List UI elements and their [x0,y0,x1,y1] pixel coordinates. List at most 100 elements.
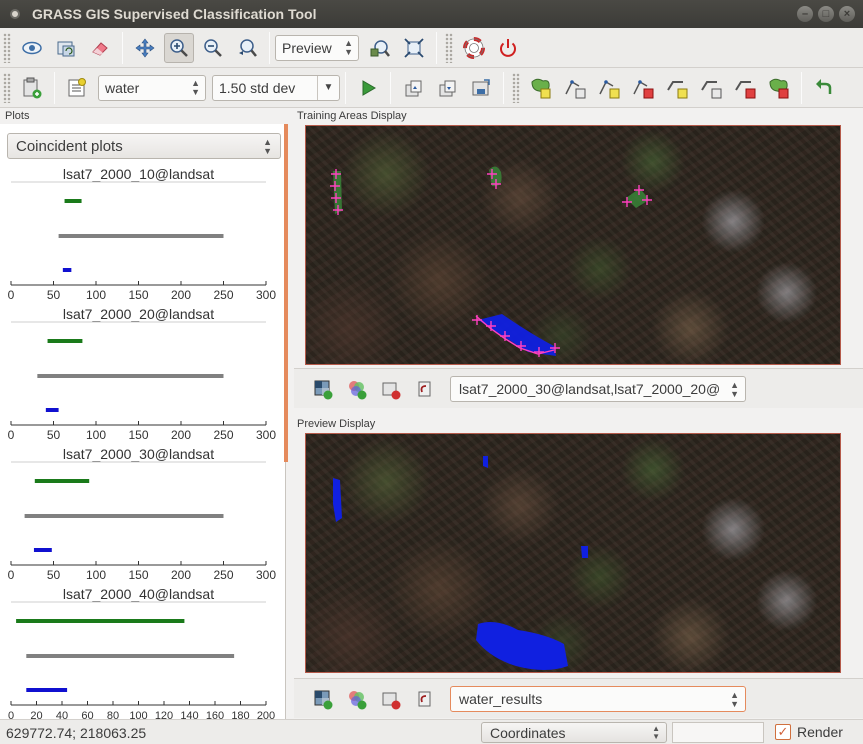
plot-tick-label: 150 [128,428,148,442]
water-class-region [581,546,588,558]
statusbar-field [672,722,764,743]
save-signatures-button[interactable] [466,73,496,103]
import-areas-button[interactable] [398,73,428,103]
water-class-region [483,456,488,468]
training-map-canvas[interactable] [305,125,841,365]
toolbar-grip[interactable] [3,32,11,63]
plot-title: lsat7_2000_10@landsat [63,166,214,182]
rgb-add-icon [349,690,367,709]
zoom-out-button[interactable] [198,33,228,63]
statusbar-mode-select[interactable]: Coordinates ▲ ▼ [481,722,667,743]
training-area-polygon[interactable] [330,169,343,215]
eye-icon [22,41,42,54]
training-areas-overlay [330,166,652,357]
refresh-map-icon [57,41,75,56]
minimize-button[interactable]: – [797,6,813,22]
remove-layer-button[interactable] [376,684,406,714]
maximize-button[interactable]: □ [818,6,834,22]
reload-layer-button[interactable] [410,374,440,404]
render-checkbox[interactable]: ✓ Render [775,724,843,740]
plot-bar-map [26,654,235,658]
run-analysis-button[interactable] [353,73,383,103]
delete-line-button[interactable] [730,73,760,103]
add-line-button[interactable] [560,73,590,103]
training-layer-select[interactable]: lsat7_2000_30@landsat,lsat7_2000_20@ ▲ ▼ [450,375,746,402]
spin-arrows-icon: ▲ ▼ [730,689,739,709]
toolbar-separator [269,31,270,64]
plot-bar-map [24,514,224,518]
toolbar-separator [801,71,802,104]
class-select[interactable]: water ▲ ▼ [98,74,206,101]
add-area-button[interactable] [526,73,556,103]
water-class-region [476,622,568,670]
line-move-icon [701,80,722,98]
export-areas-button[interactable] [432,73,462,103]
training-area-polygon[interactable] [622,185,652,208]
plot-tick-label: 50 [47,428,61,442]
panel-sash[interactable] [284,124,288,462]
plot-type-select[interactable]: Coincident plots ▲ ▼ [7,133,281,159]
plot-tick-label: 300 [256,568,276,582]
zoom-to-region-button[interactable] [365,33,395,63]
undo-button[interactable] [809,73,839,103]
stddev-select[interactable]: 1.50 std dev ▼ [212,74,340,101]
area-delete-icon [769,78,789,98]
plot-tick-label: 150 [128,288,148,302]
plot-tick-label: 200 [171,568,191,582]
plot-bar-highlight [33,548,52,552]
plot-tick-label: 100 [86,288,106,302]
preview-layer-select[interactable]: water_results ▲ ▼ [450,685,746,712]
add-class-button[interactable] [17,73,47,103]
training-area-polygon[interactable] [487,166,502,189]
plot-type-value: Coincident plots [16,137,123,155]
pan-button[interactable] [130,33,160,63]
plot-tick-label: 100 [86,428,106,442]
zoom-in-button[interactable] [164,32,194,63]
add-rgb-button[interactable] [342,374,372,404]
map-toolbar: Preview ▲ ▼ [0,28,863,68]
signature-manager-button[interactable] [62,73,92,103]
add-rgb-button[interactable] [342,684,372,714]
app-menu-icon[interactable] [10,9,20,19]
plot-tick-label: 20 [30,710,42,719]
zoom-to-extent-button[interactable] [399,33,429,63]
preview-map-canvas[interactable] [305,433,841,673]
plot-tick-label: 200 [257,710,275,719]
layer-remove-icon [382,692,401,709]
zoom-target-select[interactable]: Preview ▲ ▼ [275,34,359,61]
delete-area-button[interactable] [764,73,794,103]
edit-line-button[interactable] [662,73,692,103]
add-raster-button[interactable] [308,684,338,714]
help-button[interactable] [459,33,489,63]
training-area-polygon[interactable] [472,314,560,357]
close-button[interactable]: × [839,6,855,22]
toolbar-grip[interactable] [445,32,453,63]
quit-button[interactable] [493,33,523,63]
plots-chart-area: lsat7_2000_10@landsat0 50 100 150 200 250 300l… [8,166,277,719]
raster-add-icon [314,380,333,399]
toolbar-separator [390,71,391,104]
render-map-button[interactable] [51,33,81,63]
zoom-back-button[interactable] [232,33,262,63]
plot-tick-label: 250 [213,288,233,302]
import-vector-icon [405,80,422,96]
move-line-button[interactable] [696,73,726,103]
add-raster-button[interactable] [308,374,338,404]
eraser-icon [92,41,108,56]
delete-vertex-button[interactable] [628,73,658,103]
toolbar-grip[interactable] [512,72,520,103]
status-bar: 629772.74; 218063.25 Coordinates ▲ ▼ ✓ Re… [0,719,863,744]
toolbar-grip[interactable] [3,72,11,103]
zoom-extent-icon [404,37,424,58]
export-vector-icon [439,80,456,96]
window-title: GRASS GIS Supervised Classification Tool [32,6,317,22]
rgb-add-icon [349,380,367,399]
plot-tick-label: 50 [47,288,61,302]
add-vertex-button[interactable] [594,73,624,103]
remove-layer-button[interactable] [376,374,406,404]
erase-display-button[interactable] [85,33,115,63]
reload-layer-button[interactable] [410,684,440,714]
display-map-button[interactable] [17,33,47,63]
area-add-icon [531,78,551,98]
zoom-in-icon [170,38,188,57]
